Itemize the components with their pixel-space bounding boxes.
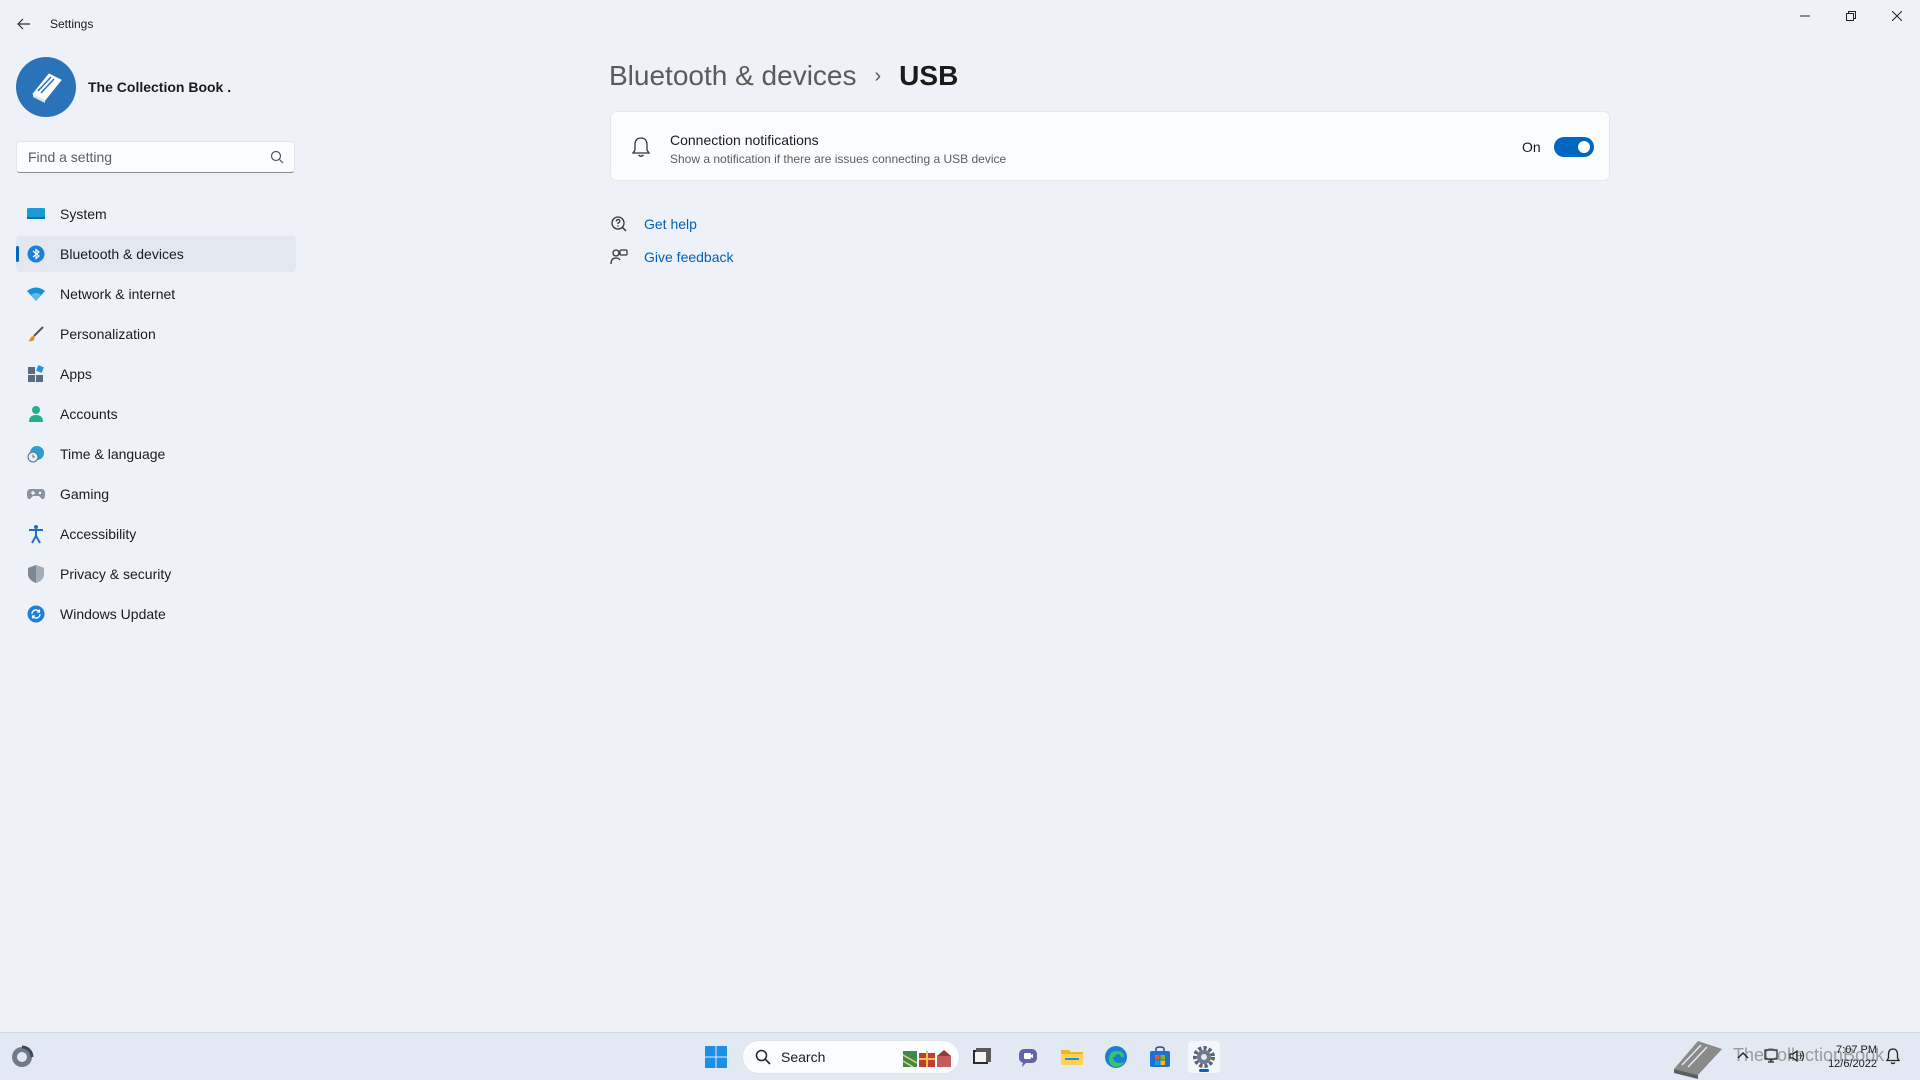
gamepad-icon <box>26 484 46 504</box>
search-input[interactable] <box>17 142 257 172</box>
sidebar-item-label: Apps <box>60 366 92 382</box>
sidebar-item-system[interactable]: System <box>16 196 296 232</box>
search-icon <box>270 150 284 164</box>
brush-icon <box>26 324 46 344</box>
folder-icon <box>1061 1050 1083 1065</box>
connection-notifications-card: Connection notifications Show a notifica… <box>610 111 1610 181</box>
card-subtitle: Show a notification if there are issues … <box>670 152 1007 166</box>
profile-name: The Collection Book . <box>88 79 232 95</box>
edge-browser-icon <box>1105 1046 1127 1068</box>
system-icon <box>26 204 46 224</box>
give-feedback-link[interactable]: Give feedback <box>610 246 734 268</box>
widgets-icon[interactable] <box>10 1045 34 1069</box>
bluetooth-icon <box>26 244 46 264</box>
sidebar-item-privacy[interactable]: Privacy & security <box>16 556 296 592</box>
wifi-icon <box>26 284 46 304</box>
clock-globe-icon <box>26 444 46 464</box>
sidebar-item-gaming[interactable]: Gaming <box>16 476 296 512</box>
breadcrumb-parent[interactable]: Bluetooth & devices <box>609 60 857 92</box>
apps-icon <box>26 364 46 384</box>
sidebar-item-label: System <box>60 206 107 222</box>
taskbar-edge[interactable] <box>1100 1041 1132 1073</box>
gear-icon <box>1193 1046 1215 1068</box>
update-icon <box>26 604 46 624</box>
sidebar-item-label: Network & internet <box>60 286 176 302</box>
sidebar-item-label: Privacy & security <box>60 566 172 582</box>
arrow-left-icon <box>17 18 30 30</box>
bell-icon <box>631 137 651 157</box>
person-icon <box>26 404 46 424</box>
chat-icon <box>1019 1049 1037 1067</box>
search-icon <box>755 1049 771 1065</box>
accessibility-icon <box>26 524 46 544</box>
notification-bell-icon[interactable] <box>1884 1047 1902 1065</box>
sidebar-item-personalization[interactable]: Personalization <box>16 316 296 352</box>
sidebar-item-time-language[interactable]: Time & language <box>16 436 296 472</box>
close-icon <box>1892 11 1902 21</box>
get-help-label[interactable]: Get help <box>644 216 697 232</box>
sidebar-item-windows-update[interactable]: Windows Update <box>16 596 296 632</box>
taskbar-store[interactable] <box>1144 1041 1176 1073</box>
sidebar-item-label: Windows Update <box>60 606 166 622</box>
watermark-book-icon <box>1674 1041 1722 1079</box>
toggle-state-label: On <box>1522 139 1541 155</box>
sidebar-item-network[interactable]: Network & internet <box>16 276 296 312</box>
give-feedback-label[interactable]: Give feedback <box>644 249 734 265</box>
shield-icon <box>26 564 46 584</box>
avatar <box>16 57 76 117</box>
settings-search[interactable] <box>16 141 295 173</box>
sidebar-item-label: Accessibility <box>60 526 137 542</box>
clock-date: 12/6/2022 <box>1828 1058 1877 1070</box>
back-button[interactable] <box>12 12 36 36</box>
breadcrumb-separator: › <box>874 64 882 87</box>
search-highlight-icon <box>902 1050 951 1068</box>
taskbar-clock[interactable]: 7:07 PM 12/6/2022 <box>1813 1043 1877 1071</box>
card-title: Connection notifications <box>670 132 819 148</box>
taskbar-search[interactable]: Search <box>742 1040 960 1074</box>
taskbar-teams-chat[interactable] <box>1012 1041 1044 1073</box>
book-icon <box>32 73 62 103</box>
sidebar-item-apps[interactable]: Apps <box>16 356 296 392</box>
task-view-icon <box>973 1048 991 1064</box>
get-help-link[interactable]: Get help <box>610 213 697 235</box>
close-button[interactable] <box>1874 0 1920 32</box>
taskbar-file-explorer[interactable] <box>1056 1041 1088 1073</box>
sidebar-item-accessibility[interactable]: Accessibility <box>16 516 296 552</box>
sidebar-item-label: Personalization <box>60 326 156 342</box>
restore-icon <box>1846 11 1856 21</box>
taskbar-search-label: Search <box>781 1049 826 1065</box>
profile[interactable]: The Collection Book . <box>16 56 231 118</box>
sidebar-item-label: Bluetooth & devices <box>60 246 184 262</box>
toggle-knob <box>1578 141 1590 153</box>
restore-button[interactable] <box>1828 0 1874 32</box>
feedback-icon <box>610 248 628 266</box>
sidebar-item-label: Time & language <box>60 446 166 462</box>
sidebar-item-accounts[interactable]: Accounts <box>16 396 296 432</box>
app-title: Settings <box>50 17 94 31</box>
chevron-up-icon[interactable] <box>1734 1047 1752 1065</box>
page-title: USB <box>899 60 959 91</box>
breadcrumb: Bluetooth & devices › USB <box>609 56 958 96</box>
taskbar-settings[interactable] <box>1188 1041 1220 1073</box>
clock-time: 7:07 PM <box>1836 1044 1877 1056</box>
store-icon <box>1150 1046 1170 1067</box>
taskbar-task-view[interactable] <box>966 1041 998 1073</box>
title-bar: Settings <box>0 0 1920 48</box>
network-icon[interactable] <box>1762 1047 1780 1065</box>
volume-icon[interactable] <box>1788 1047 1806 1065</box>
taskbar: Search TheCollectionBook 7:07 PM 12/6/20… <box>0 1032 1920 1080</box>
sidebar-nav: System Bluetooth & devices Network & int… <box>16 196 296 636</box>
connection-notifications-toggle[interactable] <box>1554 137 1594 157</box>
help-chat-icon <box>610 215 628 233</box>
minimize-button[interactable] <box>1782 0 1828 32</box>
sidebar-item-bluetooth[interactable]: Bluetooth & devices <box>16 236 296 272</box>
start-button[interactable] <box>704 1045 728 1069</box>
sidebar-item-label: Accounts <box>60 406 118 422</box>
sidebar-item-label: Gaming <box>60 486 110 502</box>
minimize-icon <box>1800 15 1810 17</box>
